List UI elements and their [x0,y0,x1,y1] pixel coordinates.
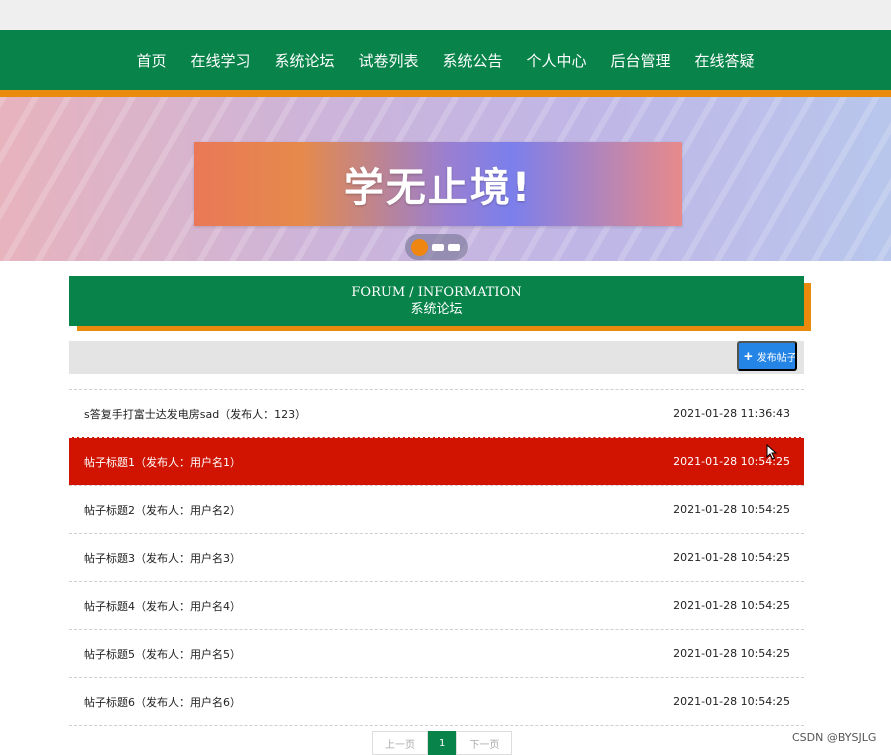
carousel-dot-2[interactable] [432,243,444,251]
cursor-arrow-icon [766,444,778,460]
nav-item-online-learning[interactable]: 在线学习 [190,50,250,71]
post-row-hovered[interactable]: 帖子标题1（发布人：用户名1） 2021-01-28 10:54:25 [69,437,804,485]
banner-slide[interactable]: 学无止境! [194,142,682,226]
nav-item-qa[interactable]: 在线答疑 [695,50,755,71]
next-page-button[interactable]: 下一页 [456,731,513,755]
main-nav: 首页 在线学习 系统论坛 试卷列表 系统公告 个人中心 后台管理 在线答疑 [0,30,891,90]
pagination: 上一页 1 下一页 [372,731,513,755]
post-time: 2021-01-28 10:54:25 [673,695,790,708]
publish-post-label: 发布帖子 [756,352,797,364]
post-title: 帖子标题2（发布人：用户名2） [84,503,241,517]
section-title-cn: 系统论坛 [410,302,463,317]
watermark: CSDN @BYSJLG [792,731,877,744]
carousel-dot-1[interactable] [411,238,428,256]
nav-item-profile[interactable]: 个人中心 [527,50,587,71]
nav-accent-bar [0,90,891,97]
forum-toolbar [69,341,804,374]
list-end-divider [69,725,804,726]
browser-top-strip [0,0,891,30]
post-time: 2021-01-28 10:54:25 [673,551,790,564]
post-row[interactable]: 帖子标题2（发布人：用户名2） 2021-01-28 10:54:25 [69,485,804,533]
prev-page-button[interactable]: 上一页 [372,731,428,755]
post-title: s答复手打富士达发电房sad（发布人：123） [84,407,307,421]
nav-item-announcements[interactable]: 系统公告 [443,50,503,71]
banner-text: 学无止境! [343,165,533,211]
nav-item-forum[interactable]: 系统论坛 [274,50,334,71]
post-row[interactable]: s答复手打富士达发电房sad（发布人：123） 2021-01-28 11:36… [69,389,804,437]
section-title-en: FORUM / INFORMATION [351,285,522,300]
post-row[interactable]: 帖子标题4（发布人：用户名4） 2021-01-28 10:54:25 [69,581,804,629]
plus-icon: + [744,347,753,365]
post-row[interactable]: 帖子标题5（发布人：用户名5） 2021-01-28 10:54:25 [69,629,804,677]
post-time: 2021-01-28 11:36:43 [673,407,790,420]
hero-banner: 学无止境! [0,97,891,261]
post-list: s答复手打富士达发电房sad（发布人：123） 2021-01-28 11:36… [69,389,804,726]
nav-item-exam-list[interactable]: 试卷列表 [358,50,418,71]
post-title: 帖子标题3（发布人：用户名3） [84,551,241,565]
post-time: 2021-01-28 10:54:25 [673,599,790,612]
carousel-indicator [405,234,468,260]
nav-item-home[interactable]: 首页 [136,50,166,71]
post-time: 2021-01-28 10:54:25 [673,647,790,660]
current-page-button[interactable]: 1 [428,731,457,755]
carousel-dot-3[interactable] [448,243,460,251]
post-time: 2021-01-28 10:54:25 [673,503,790,516]
nav-item-admin[interactable]: 后台管理 [611,50,671,71]
post-row[interactable]: 帖子标题6（发布人：用户名6） 2021-01-28 10:54:25 [69,677,804,725]
post-title: 帖子标题6（发布人：用户名6） [84,695,241,709]
section-header: FORUM / INFORMATION 系统论坛 [69,276,804,326]
post-title: 帖子标题4（发布人：用户名4） [84,599,241,613]
post-title: 帖子标题5（发布人：用户名5） [84,647,241,661]
post-title: 帖子标题1（发布人：用户名1） [84,455,241,469]
publish-post-button[interactable]: + 发布帖子 [737,341,797,371]
post-row[interactable]: 帖子标题3（发布人：用户名3） 2021-01-28 10:54:25 [69,533,804,581]
